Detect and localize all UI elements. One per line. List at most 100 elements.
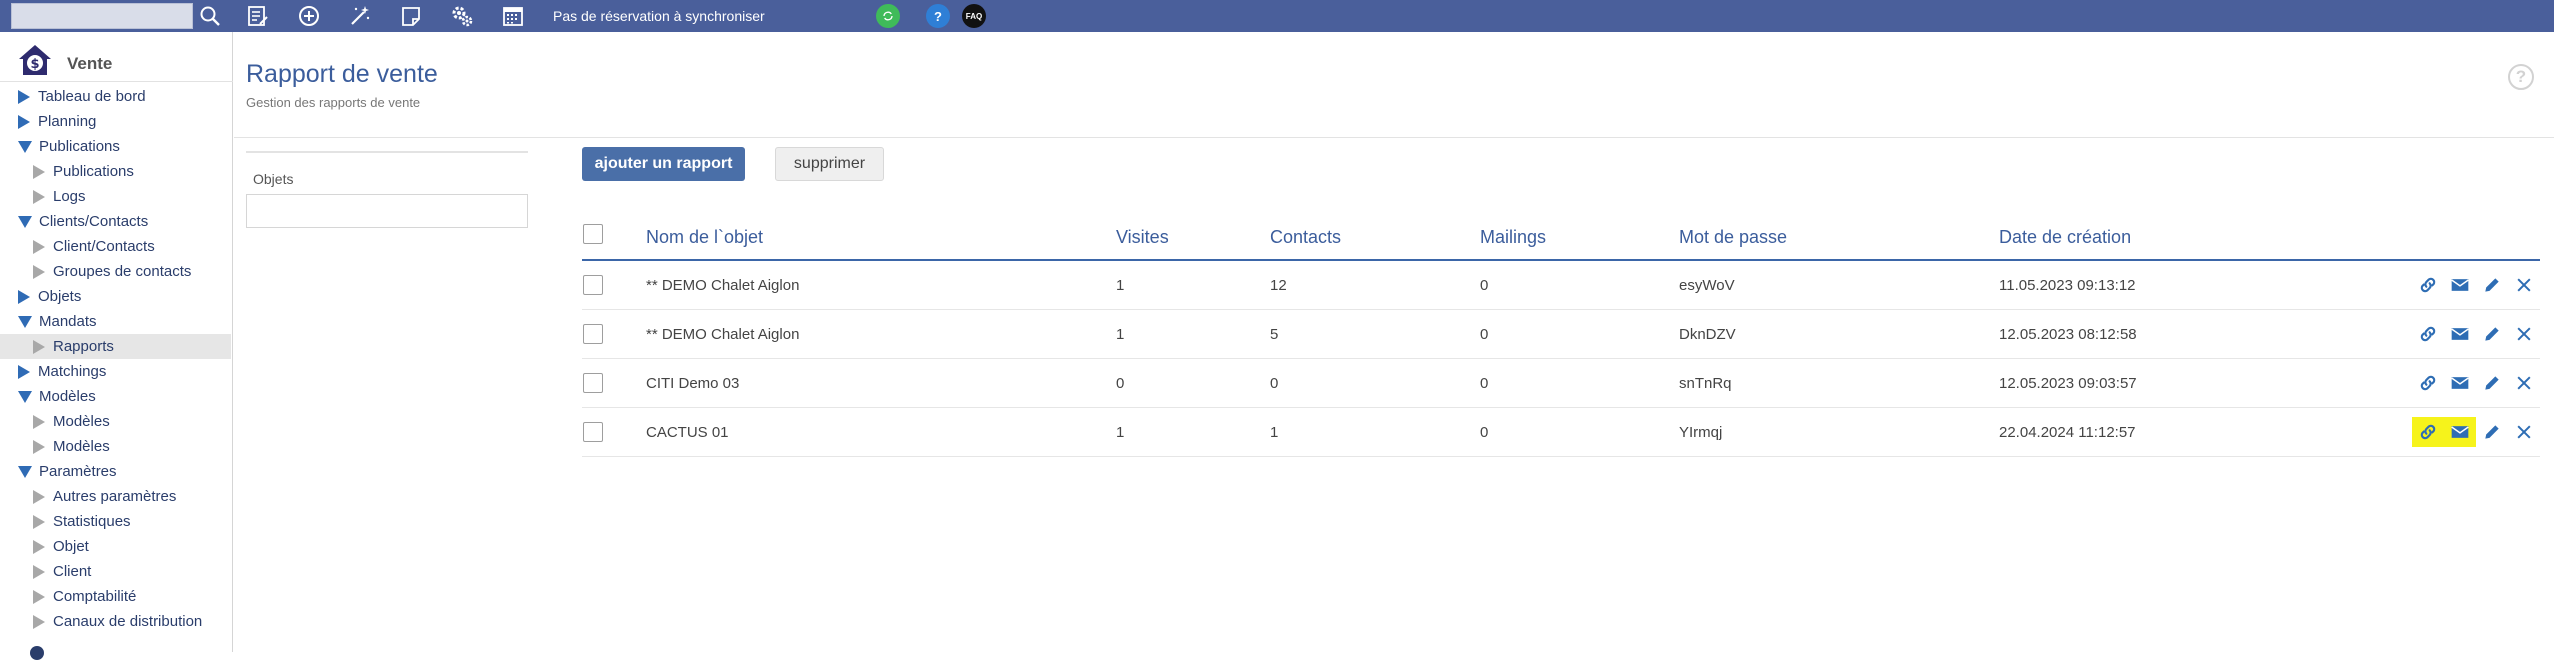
sidebar-item-autres-param-tres[interactable]: Autres paramètres <box>0 484 233 509</box>
sidebar-item-label: Canaux de distribution <box>53 613 203 630</box>
close-icon[interactable] <box>2508 319 2540 349</box>
caret-down-icon <box>18 140 32 153</box>
sidebar-item-label: Modèles <box>39 388 96 405</box>
help-icon[interactable]: ? <box>926 4 950 28</box>
column-header-created[interactable]: Date de création <box>1999 215 2131 259</box>
cell-password: snTnRq <box>1679 374 1732 392</box>
column-header-visits[interactable]: Visites <box>1116 215 1169 259</box>
caret-right-icon <box>33 339 45 354</box>
row-checkbox[interactable] <box>583 373 603 393</box>
pencil-icon[interactable] <box>2476 319 2508 349</box>
link-icon[interactable] <box>2412 319 2444 349</box>
sidebar-item-mod-les[interactable]: Modèles <box>0 409 233 434</box>
sidebar-item-client[interactable]: Client <box>0 559 233 584</box>
filter-label: Objets <box>253 171 294 187</box>
search-icon[interactable] <box>196 2 224 30</box>
cell-visits: 1 <box>1116 325 1125 343</box>
calendar-icon[interactable] <box>499 2 527 30</box>
link-icon[interactable] <box>2412 270 2444 300</box>
sidebar-item-comptabilit-[interactable]: Comptabilité <box>0 584 233 609</box>
add-circle-icon[interactable] <box>295 2 323 30</box>
sidebar-item-publications[interactable]: Publications <box>0 159 233 184</box>
sidebar-item-matchings[interactable]: Matchings <box>0 359 233 384</box>
sidebar-item-statistiques[interactable]: Statistiques <box>0 509 233 534</box>
green-sync-icon[interactable] <box>876 4 900 28</box>
sidebar-item-label: Rapports <box>53 338 114 355</box>
select-all-checkbox[interactable] <box>583 224 603 244</box>
cell-contacts: 12 <box>1270 276 1287 294</box>
sidebar-item-clients-contacts[interactable]: Clients/Contacts <box>0 209 233 234</box>
sidebar-item-tableau-de-bord[interactable]: Tableau de bord <box>0 84 233 109</box>
search-input[interactable] <box>11 3 193 29</box>
caret-right-icon <box>33 439 45 454</box>
sidebar-item-label: Client/Contacts <box>53 238 155 255</box>
reports-table: Nom de l`objet Visites Contacts Mailings… <box>582 215 2540 457</box>
pencil-icon[interactable] <box>2476 368 2508 398</box>
caret-down-icon <box>18 390 32 403</box>
sidebar-item-logs[interactable]: Logs <box>0 184 233 209</box>
sidebar-item-client-contacts[interactable]: Client/Contacts <box>0 234 233 259</box>
cell-created: 12.05.2023 09:03:57 <box>1999 374 2137 392</box>
sidebar-item-planning[interactable]: Planning <box>0 109 233 134</box>
link-icon[interactable] <box>2412 417 2444 447</box>
page-subtitle: Gestion des rapports de vente <box>246 95 421 110</box>
objects-filter-input[interactable] <box>246 194 528 228</box>
column-header-password[interactable]: Mot de passe <box>1679 215 1787 259</box>
close-icon[interactable] <box>2508 368 2540 398</box>
caret-right-icon <box>33 514 45 529</box>
caret-right-icon <box>33 189 45 204</box>
notepad-icon[interactable] <box>397 2 425 30</box>
sidebar-item-rapports[interactable]: Rapports <box>0 334 231 359</box>
gears-icon[interactable] <box>448 2 476 30</box>
column-header-contacts[interactable]: Contacts <box>1270 215 1341 259</box>
document-edit-icon[interactable] <box>244 2 272 30</box>
link-icon[interactable] <box>2412 368 2444 398</box>
caret-right-icon <box>33 539 45 554</box>
faq-icon[interactable]: FAQ <box>962 4 986 28</box>
row-checkbox[interactable] <box>583 324 603 344</box>
row-checkbox-cell <box>583 261 603 309</box>
sidebar-item-canaux-de-distribution[interactable]: Canaux de distribution <box>0 609 233 634</box>
row-checkbox-cell <box>583 310 603 358</box>
cell-contacts: 0 <box>1270 374 1279 392</box>
column-header-name[interactable]: Nom de l`objet <box>646 215 763 259</box>
sidebar-item-mod-les[interactable]: Modèles <box>0 434 233 459</box>
row-actions <box>2412 310 2540 358</box>
delete-button[interactable]: supprimer <box>775 147 884 181</box>
sidebar-item-publications[interactable]: Publications <box>0 134 233 159</box>
envelope-icon[interactable] <box>2444 417 2476 447</box>
envelope-icon[interactable] <box>2444 368 2476 398</box>
row-checkbox-cell <box>583 408 603 456</box>
close-icon[interactable] <box>2508 270 2540 300</box>
sidebar-item-groupes-de-contacts[interactable]: Groupes de contacts <box>0 259 233 284</box>
magic-wand-icon[interactable] <box>346 2 374 30</box>
pencil-icon[interactable] <box>2476 417 2508 447</box>
cell-created: 11.05.2023 09:13:12 <box>1999 276 2136 294</box>
cell-name: ** DEMO Chalet Aiglon <box>646 325 800 343</box>
close-icon[interactable] <box>2508 417 2540 447</box>
sidebar-item-label: Autres paramètres <box>53 488 177 505</box>
sidebar-item-objets[interactable]: Objets <box>0 284 233 309</box>
pencil-icon[interactable] <box>2476 270 2508 300</box>
caret-down-icon <box>18 465 32 478</box>
page-title: Rapport de vente <box>246 60 438 88</box>
column-header-mailings[interactable]: Mailings <box>1480 215 1546 259</box>
row-checkbox[interactable] <box>583 275 603 295</box>
question-circle-icon[interactable]: ? <box>2508 64 2534 90</box>
envelope-icon[interactable] <box>2444 270 2476 300</box>
table-header: Nom de l`objet Visites Contacts Mailings… <box>582 215 2540 261</box>
caret-right-icon <box>33 164 45 179</box>
row-checkbox[interactable] <box>583 422 603 442</box>
house-dollar-icon: $ <box>16 42 54 78</box>
sidebar-item-param-tres[interactable]: Paramètres <box>0 459 233 484</box>
envelope-icon[interactable] <box>2444 319 2476 349</box>
cell-visits: 1 <box>1116 423 1125 441</box>
add-report-button[interactable]: ajouter un rapport <box>582 147 745 181</box>
svg-text:$: $ <box>30 57 39 72</box>
sidebar-item-mod-les[interactable]: Modèles <box>0 384 233 409</box>
caret-right-icon <box>33 614 45 629</box>
caret-right-icon <box>33 414 45 429</box>
sidebar-item-objet[interactable]: Objet <box>0 534 233 559</box>
caret-right-icon <box>33 239 45 254</box>
sidebar-item-mandats[interactable]: Mandats <box>0 309 233 334</box>
